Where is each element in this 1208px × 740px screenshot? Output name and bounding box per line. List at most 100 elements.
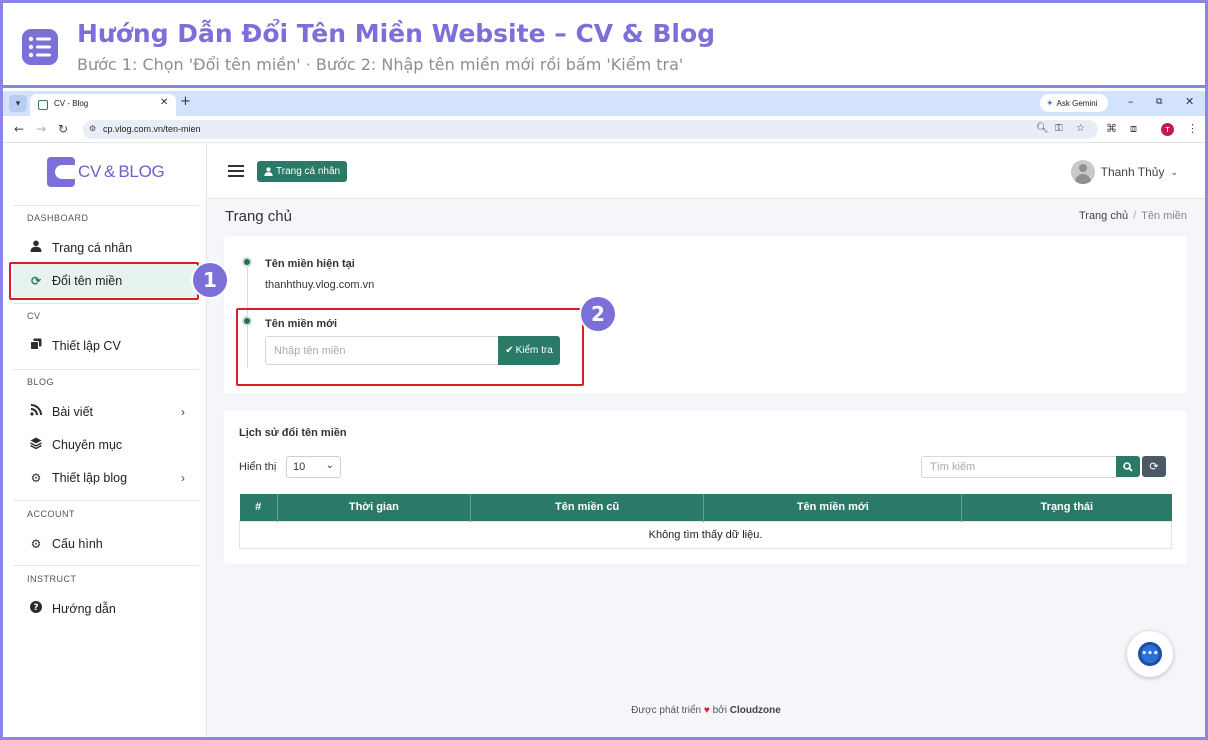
window-close-icon[interactable]: ✕	[1185, 95, 1194, 108]
sidebar-item-blog-settings[interactable]: ⚙ Thiết lập blog ›	[13, 461, 199, 494]
footer: Được phát triển ♥ bởi Cloudzone	[207, 705, 1205, 716]
url-text: cp.vlog.com.vn/ten-mien	[103, 124, 201, 134]
sidebar-item-categories[interactable]: Chuyên mục	[13, 428, 199, 461]
column-header: Tên miền mới	[703, 494, 963, 521]
search-icon[interactable]	[1116, 456, 1140, 477]
forward-icon[interactable]: →	[36, 122, 46, 136]
app-header: Trang cá nhân Thanh Thủy ⌄	[207, 143, 1205, 199]
user-icon	[28, 240, 44, 255]
gemini-label: Ask Gemini	[1056, 98, 1098, 108]
browser-toolbar: ← → ↻ ⚙ cp.vlog.com.vn/ten-mien 🔍︎ ⚿ ☆ ⌘…	[3, 116, 1205, 143]
step1-badge: 1	[193, 263, 227, 297]
chevron-right-icon: ›	[181, 404, 185, 419]
sidebar-item-label: Trang cá nhân	[52, 240, 133, 255]
menu-toggle-icon[interactable]	[228, 165, 244, 177]
history-card: Lịch sử đổi tên miền Hiển thị 10 ⌄ Tìm k…	[224, 410, 1187, 564]
highlight-box-step1	[9, 262, 199, 300]
sidebar-divider	[13, 500, 199, 501]
new-tab-icon[interactable]: +	[180, 94, 191, 109]
page-size-select[interactable]: 10 ⌄	[286, 456, 341, 478]
browser-tab[interactable]: CV - Blog ✕	[30, 94, 176, 116]
footer-prefix: Được phát triển	[631, 705, 702, 716]
browser-menu-icon[interactable]: ⋮	[1187, 122, 1198, 135]
breadcrumb-home[interactable]: Trang chủ	[1079, 210, 1128, 222]
ask-gemini-button[interactable]: ✦ Ask Gemini	[1040, 94, 1108, 112]
timeline-dot	[242, 257, 252, 267]
search-input[interactable]: Tìm kiếm	[921, 456, 1117, 478]
brand-logo[interactable]: CV & BLOG	[47, 157, 165, 187]
back-icon[interactable]: ←	[14, 122, 24, 136]
sidebar-item-label: Thiết lập CV	[52, 338, 121, 353]
cogs-icon: ⚙	[30, 470, 42, 485]
sidebar-item-config[interactable]: ⚙ Cấu hình	[13, 527, 199, 560]
tab-search-dropdown-icon[interactable]: ▾	[9, 95, 27, 112]
user-avatar	[1070, 160, 1095, 184]
extensions-puzzle-icon[interactable]: ⧈	[1130, 122, 1137, 136]
blog-icon	[28, 404, 44, 419]
chevron-right-icon: ›	[181, 470, 185, 485]
table-row: Không tìm thấy dữ liệu.	[239, 520, 1172, 549]
reload-icon[interactable]: ↻	[58, 122, 68, 136]
translate-extension-icon[interactable]: ⌘	[1106, 122, 1117, 135]
profile-avatar[interactable]: T	[1161, 123, 1174, 136]
sidebar-item-guide[interactable]: ? Hướng dẫn	[13, 592, 199, 625]
sidebar-item-label: Bài viết	[52, 404, 93, 419]
sidebar-item-label: Hướng dẫn	[52, 601, 116, 616]
show-label: Hiển thị	[239, 461, 277, 473]
gear-icon: ⚙	[30, 536, 42, 551]
bookmark-star-icon[interactable]: ☆	[1076, 123, 1085, 134]
sidebar-item-label: Cấu hình	[52, 536, 103, 551]
app-root: CV & BLOG DASHBOARD Trang cá nhân ⟳ Đổi …	[3, 143, 1205, 737]
sidebar-item-cv-settings[interactable]: Thiết lập CV	[13, 329, 199, 362]
profile-button[interactable]: Trang cá nhân	[257, 161, 348, 182]
breadcrumb-current: Tên miền	[1141, 210, 1187, 222]
svg-text:?: ?	[33, 603, 38, 613]
empty-table-message: Không tìm thấy dữ liệu.	[239, 520, 1172, 549]
section-cv: CV	[27, 311, 41, 321]
user-menu[interactable]: Thanh Thủy ⌄	[1070, 160, 1178, 184]
zoom-icon[interactable]: 🔍︎	[1036, 123, 1049, 134]
current-domain-value: thanhthuy.vlog.com.vn	[265, 279, 375, 291]
logo-mark-icon	[47, 157, 75, 187]
refresh-icon[interactable]: ⟳	[1142, 456, 1166, 477]
list-icon	[22, 29, 58, 65]
heart-icon: ♥	[703, 705, 710, 716]
user-icon	[264, 167, 273, 176]
chat-headset-icon: •••	[1138, 642, 1162, 666]
highlight-box-step2	[236, 308, 584, 386]
tab-favicon-icon	[38, 100, 48, 110]
tab-close-icon[interactable]: ✕	[160, 97, 168, 108]
sidebar-item-posts[interactable]: Bài viết ›	[13, 395, 199, 428]
sidebar-item-profile[interactable]: Trang cá nhân	[13, 231, 199, 264]
browser-tab-bar: ▾ CV - Blog ✕ + ✦ Ask Gemini – ⧉ ✕	[3, 91, 1205, 116]
restore-icon[interactable]: ⧉	[1156, 97, 1162, 107]
key-icon[interactable]: ⚿	[1055, 123, 1063, 134]
layers-icon	[28, 437, 44, 452]
column-header: Thời gian	[277, 494, 471, 521]
page-title: Trang chủ	[225, 208, 292, 225]
section-account: ACCOUNT	[27, 509, 75, 519]
logo-text-blog: BLOG	[118, 162, 165, 181]
page-size-value: 10	[293, 461, 306, 473]
section-instruct: INSTRUCT	[27, 574, 77, 584]
breadcrumb: Trang chủ / Tên miền	[1078, 210, 1187, 222]
sidebar: CV & BLOG DASHBOARD Trang cá nhân ⟳ Đổi …	[3, 143, 207, 737]
support-chat-button[interactable]: •••	[1127, 631, 1173, 677]
column-header: #	[239, 494, 278, 521]
question-icon: ?	[28, 601, 44, 616]
column-header: Trạng thái	[961, 494, 1172, 521]
footer-brand[interactable]: Cloudzone	[730, 705, 781, 716]
footer-middle: bởi	[712, 705, 727, 716]
sidebar-item-label: Chuyên mục	[52, 437, 123, 452]
section-blog: BLOG	[27, 377, 55, 387]
banner-subtitle: Bước 1: Chọn 'Đổi tên miền' · Bước 2: Nh…	[77, 55, 684, 74]
banner-title: Hướng Dẫn Đổi Tên Miền Website – CV & Bl…	[77, 19, 716, 48]
sidebar-divider	[13, 369, 199, 370]
minimize-icon[interactable]: –	[1128, 95, 1134, 108]
current-domain-label: Tên miền hiện tại	[265, 258, 355, 270]
tutorial-banner: Hướng Dẫn Đổi Tên Miền Website – CV & Bl…	[3, 3, 1205, 88]
history-table: # Thời gian Tên miền cũ Tên miền mới Trạ…	[239, 494, 1172, 549]
site-info-icon[interactable]: ⚙	[89, 124, 96, 133]
chevron-down-icon: ⌄	[325, 460, 334, 471]
address-bar[interactable]: ⚙ cp.vlog.com.vn/ten-mien 🔍︎ ⚿ ☆	[83, 120, 1098, 139]
